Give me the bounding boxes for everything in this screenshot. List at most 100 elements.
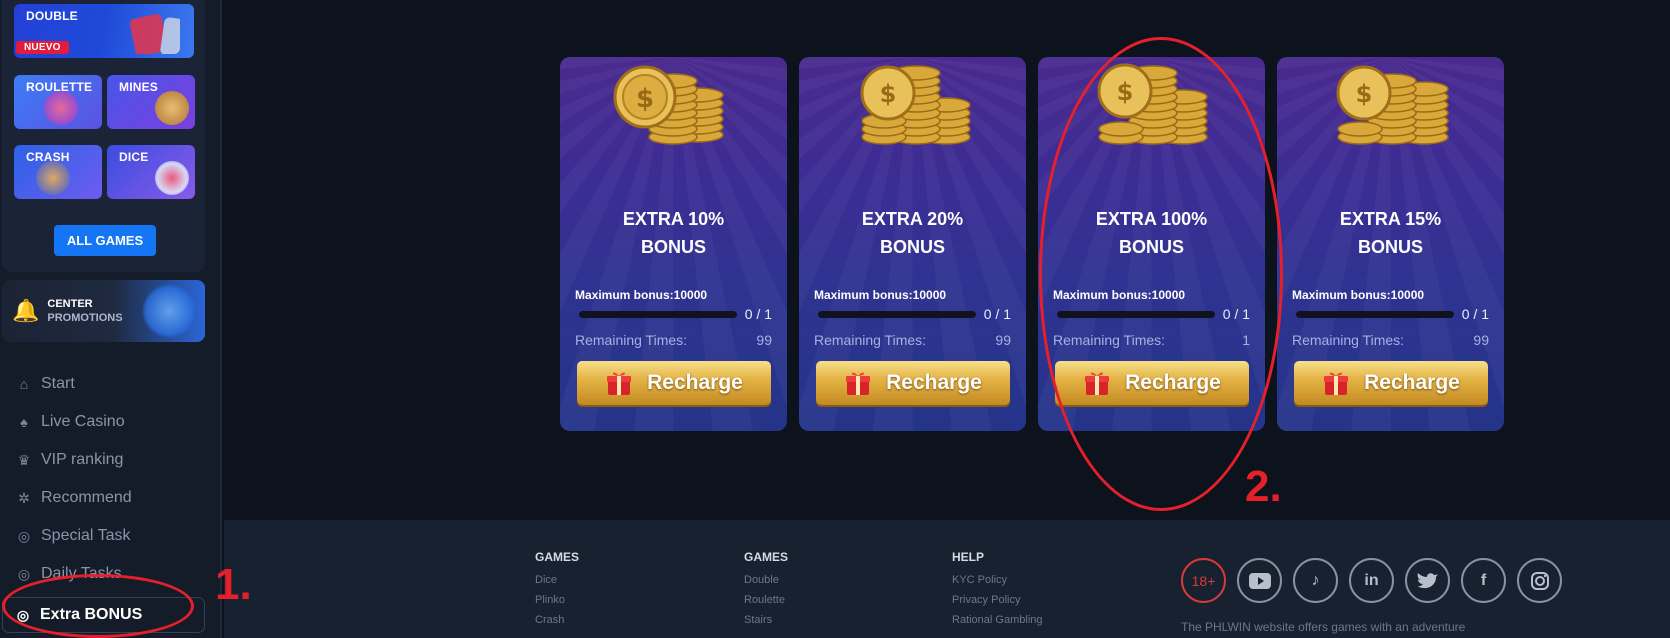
- twitter-icon[interactable]: [1405, 558, 1450, 603]
- promo-line2: PROMOTIONS: [47, 312, 123, 324]
- footer-link[interactable]: KYC Policy: [952, 574, 1043, 586]
- recharge-button[interactable]: Recharge: [1294, 361, 1488, 405]
- footer-column-help: HELP KYC Policy Privacy Policy Rational …: [952, 550, 1043, 634]
- game-tile-crash[interactable]: CRASH: [14, 145, 102, 199]
- sidebar-item-daily-tasks[interactable]: ◎ Daily Tasks: [0, 555, 208, 593]
- promotions-center-banner[interactable]: 🔔 CENTER PROMOTIONS: [2, 280, 205, 342]
- progress-bar: [1057, 311, 1215, 318]
- youtube-icon[interactable]: [1237, 558, 1282, 603]
- game-tile-label: DICE: [119, 150, 149, 164]
- remaining-label: Remaining Times:: [575, 332, 688, 348]
- game-tile-label: DOUBLE: [26, 9, 78, 23]
- linkedin-icon[interactable]: in: [1349, 558, 1394, 603]
- target-icon: ◎: [17, 527, 31, 544]
- max-bonus-label: Maximum bonus:10000: [575, 288, 708, 302]
- sidebar-item-label: Recommend: [41, 489, 132, 506]
- promo-coins-art: [141, 284, 197, 338]
- footer-link[interactable]: Rational Gambling: [952, 614, 1043, 626]
- sidebar-nav: ⌂ Start ♠ Live Casino ♛ VIP ranking ✲ Re…: [0, 365, 208, 633]
- remaining-label: Remaining Times:: [814, 332, 927, 348]
- bonus-title: EXTRA 10% BONUS: [560, 205, 787, 261]
- bell-icon: 🔔: [12, 298, 40, 323]
- sidebar-item-label: Daily Tasks: [41, 565, 122, 582]
- mines-art-icon: [155, 91, 189, 125]
- all-games-button[interactable]: ALL GAMES: [54, 225, 156, 256]
- coin-stack-icon: $: [1097, 63, 1208, 145]
- max-bonus-label: Maximum bonus:10000: [814, 288, 947, 302]
- sidebar-item-special-task[interactable]: ◎ Special Task: [0, 517, 208, 555]
- bonus-title-line1: EXTRA 10%: [622, 209, 725, 229]
- roulette-art-icon: [44, 91, 78, 125]
- progress-text: 0 / 1: [744, 306, 772, 322]
- bonus-card: $ EXTRA 100% BONUS Maximum bonus:10000 0…: [1038, 57, 1265, 431]
- gift-icon: [846, 372, 871, 395]
- facebook-icon[interactable]: f: [1461, 558, 1506, 603]
- svg-text:$: $: [1355, 80, 1372, 108]
- sidebar-item-label: Start: [41, 375, 75, 392]
- home-icon: ⌂: [19, 376, 29, 392]
- instagram-icon[interactable]: [1517, 558, 1562, 603]
- svg-text:$: $: [879, 80, 896, 108]
- coin-stack-icon: $: [1336, 65, 1449, 145]
- footer: GAMES Dice Plinko Crash GAMES Double Rou…: [224, 520, 1670, 638]
- sidebar-item-label: Special Task: [41, 527, 131, 544]
- sidebar-item-start[interactable]: ⌂ Start: [0, 365, 208, 403]
- bonus-title-line2: BONUS: [1118, 237, 1184, 257]
- footer-link[interactable]: Stairs: [744, 614, 788, 626]
- footer-column-title: HELP: [952, 550, 985, 564]
- footer-link[interactable]: Dice: [535, 574, 579, 586]
- sidebar-item-label: Live Casino: [41, 413, 125, 430]
- max-bonus-label: Maximum bonus:10000: [1292, 288, 1425, 302]
- bonus-title-line2: BONUS: [640, 237, 706, 257]
- footer-description: The PHLWIN website offers games with an …: [1181, 620, 1466, 634]
- game-tile-mines[interactable]: MINES: [107, 75, 195, 129]
- coin-stack-icon: $: [613, 65, 724, 145]
- progress-text: 0 / 1: [1222, 306, 1250, 322]
- game-tile-label: MINES: [119, 80, 159, 94]
- sidebar: DOUBLE NUEVO ROULETTE MINES CRASH DICE A…: [0, 0, 222, 638]
- remaining-label: Remaining Times:: [1292, 332, 1405, 348]
- bonus-title-line1: EXTRA 20%: [861, 209, 964, 229]
- double-art-icon: [129, 14, 180, 54]
- progress-bar: [818, 311, 976, 318]
- recharge-label: Recharge: [647, 371, 743, 394]
- footer-column-title: GAMES: [744, 550, 789, 564]
- recharge-button[interactable]: Recharge: [1055, 361, 1249, 405]
- progress-text: 0 / 1: [983, 306, 1011, 322]
- gift-icon: [607, 372, 632, 395]
- game-tile-double[interactable]: DOUBLE NUEVO: [14, 4, 194, 58]
- sidebar-item-extra-bonus[interactable]: ◎ Extra BONUS: [2, 597, 205, 633]
- bonus-card: $ EXTRA 20% BONUS Maximum bonus:10000 0 …: [799, 57, 1026, 431]
- social-links: 18+ ♪ in f: [1181, 558, 1562, 603]
- bonus-title-line2: BONUS: [879, 237, 945, 257]
- sidebar-item-live-casino[interactable]: ♠ Live Casino: [0, 403, 208, 441]
- promo-text: CENTER PROMOTIONS: [47, 297, 122, 325]
- footer-column-games-2: GAMES Double Roulette Stairs: [744, 550, 788, 634]
- game-tile-roulette[interactable]: ROULETTE: [14, 75, 102, 129]
- share-icon: ✲: [18, 489, 30, 506]
- svg-text:$: $: [1116, 78, 1133, 106]
- main-content: $ EXTRA 10% BONUS Maximum bonus:10000 0 …: [224, 0, 1670, 520]
- footer-link[interactable]: Double: [744, 574, 788, 586]
- sidebar-item-recommend[interactable]: ✲ Recommend: [0, 479, 208, 517]
- footer-column-title: GAMES: [535, 550, 580, 564]
- promo-line1: CENTER: [47, 298, 93, 310]
- remaining-value: 1: [1242, 332, 1250, 348]
- footer-link[interactable]: Roulette: [744, 594, 788, 606]
- recharge-button[interactable]: Recharge: [816, 361, 1010, 405]
- bonus-title: EXTRA 20% BONUS: [799, 205, 1026, 261]
- calendar-icon: ◎: [17, 565, 31, 582]
- footer-link[interactable]: Plinko: [535, 594, 579, 606]
- annotation-step-2: 2.: [1245, 462, 1282, 511]
- bonus-card: $ EXTRA 15% BONUS Maximum bonus:10000 0 …: [1277, 57, 1504, 431]
- sidebar-item-vip-ranking[interactable]: ♛ VIP ranking: [0, 441, 208, 479]
- game-tile-dice[interactable]: DICE: [107, 145, 195, 199]
- tiktok-icon[interactable]: ♪: [1293, 558, 1338, 603]
- footer-link[interactable]: Crash: [535, 614, 579, 626]
- progress-text: 0 / 1: [1461, 306, 1489, 322]
- recharge-button[interactable]: Recharge: [577, 361, 771, 405]
- recharge-label: Recharge: [886, 371, 982, 394]
- bonus-card: $ EXTRA 10% BONUS Maximum bonus:10000 0 …: [560, 57, 787, 431]
- footer-link[interactable]: Privacy Policy: [952, 594, 1043, 606]
- bonus-title-line1: EXTRA 100%: [1095, 209, 1208, 229]
